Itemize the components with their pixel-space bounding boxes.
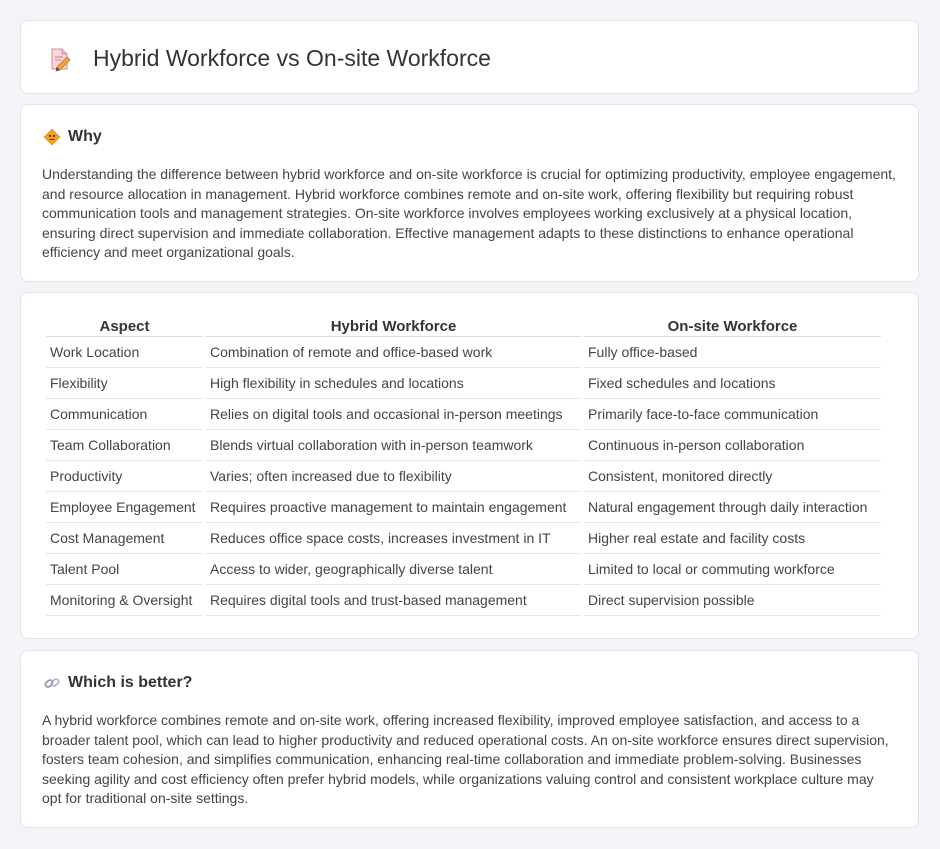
table-row: Monitoring & Oversight Requires digital …	[46, 585, 881, 616]
aspect-cell: Communication	[46, 399, 203, 430]
hybrid-cell: Combination of remote and office-based w…	[206, 337, 581, 368]
better-heading: Which is better?	[68, 674, 193, 691]
table-row: Communication Relies on digital tools an…	[46, 399, 881, 430]
column-header-onsite: On-site Workforce	[584, 315, 881, 337]
page-title: Hybrid Workforce vs On-site Workforce	[93, 45, 491, 71]
hybrid-cell: Varies; often increased due to flexibili…	[206, 461, 581, 492]
warning-sign-icon	[43, 128, 61, 146]
onsite-cell: Direct supervision possible	[584, 585, 881, 616]
why-section: Why Understanding the difference between…	[20, 104, 919, 282]
hybrid-cell: Access to wider, geographically diverse …	[206, 554, 581, 585]
aspect-cell: Employee Engagement	[46, 492, 203, 523]
onsite-cell: Natural engagement through daily interac…	[584, 492, 881, 523]
onsite-cell: Primarily face-to-face communication	[584, 399, 881, 430]
column-header-hybrid: Hybrid Workforce	[206, 315, 581, 337]
why-text: Understanding the difference between hyb…	[42, 166, 896, 260]
comparison-table: Aspect Hybrid Workforce On-site Workforc…	[43, 315, 884, 616]
onsite-cell: Continuous in-person collaboration	[584, 430, 881, 461]
onsite-cell: Consistent, monitored directly	[584, 461, 881, 492]
why-heading: Why	[68, 128, 102, 145]
onsite-cell: Fully office-based	[584, 337, 881, 368]
onsite-cell: Limited to local or commuting workforce	[584, 554, 881, 585]
aspect-cell: Talent Pool	[46, 554, 203, 585]
link-icon	[44, 678, 60, 688]
hybrid-cell: Blends virtual collaboration with in-per…	[206, 430, 581, 461]
hybrid-cell: Requires proactive management to maintai…	[206, 492, 581, 523]
aspect-cell: Monitoring & Oversight	[46, 585, 203, 616]
table-row: Cost Management Reduces office space cos…	[46, 523, 881, 554]
table-row: Employee Engagement Requires proactive m…	[46, 492, 881, 523]
comparison-section: Aspect Hybrid Workforce On-site Workforc…	[20, 292, 919, 639]
table-row: Team Collaboration Blends virtual collab…	[46, 430, 881, 461]
aspect-cell: Team Collaboration	[46, 430, 203, 461]
document-pencil-icon	[51, 48, 71, 72]
table-row: Flexibility High flexibility in schedule…	[46, 368, 881, 399]
aspect-cell: Productivity	[46, 461, 203, 492]
onsite-cell: Higher real estate and facility costs	[584, 523, 881, 554]
better-text: A hybrid workforce combines remote and o…	[42, 712, 889, 806]
table-row: Productivity Varies; often increased due…	[46, 461, 881, 492]
hybrid-cell: Reduces office space costs, increases in…	[206, 523, 581, 554]
why-header: Why	[43, 128, 102, 146]
column-header-aspect: Aspect	[46, 315, 203, 337]
better-header: Which is better?	[43, 674, 192, 692]
table-row: Work Location Combination of remote and …	[46, 337, 881, 368]
aspect-cell: Cost Management	[46, 523, 203, 554]
table-row: Talent Pool Access to wider, geographica…	[46, 554, 881, 585]
table-header-row: Aspect Hybrid Workforce On-site Workforc…	[46, 315, 881, 337]
hybrid-cell: High flexibility in schedules and locati…	[206, 368, 581, 399]
aspect-cell: Work Location	[46, 337, 203, 368]
hybrid-cell: Requires digital tools and trust-based m…	[206, 585, 581, 616]
onsite-cell: Fixed schedules and locations	[584, 368, 881, 399]
aspect-cell: Flexibility	[46, 368, 203, 399]
which-is-better-section: Which is better? A hybrid workforce comb…	[20, 650, 919, 828]
hybrid-cell: Relies on digital tools and occasional i…	[206, 399, 581, 430]
title-card: Hybrid Workforce vs On-site Workforce	[20, 20, 919, 94]
